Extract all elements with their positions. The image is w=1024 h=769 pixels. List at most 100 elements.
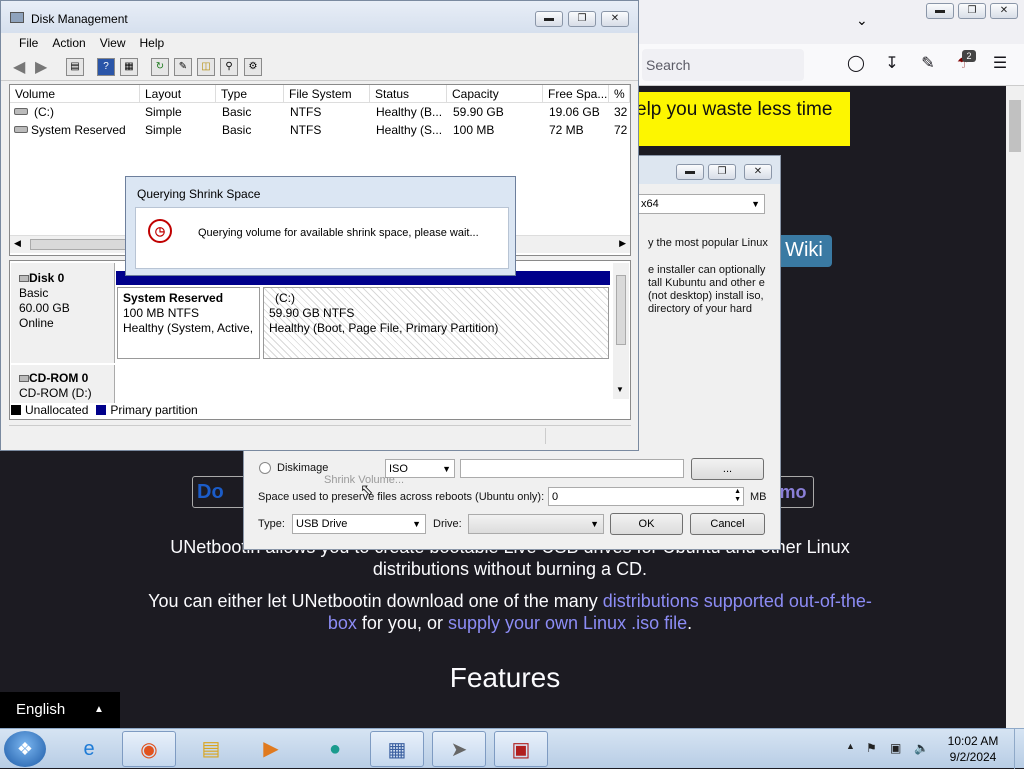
legend: Unallocated Primary partition xyxy=(11,403,629,419)
close-button[interactable]: ✕ xyxy=(601,11,629,27)
col-volume[interactable]: Volume xyxy=(10,85,140,103)
show-hidden-icons[interactable]: ▲ xyxy=(846,741,855,751)
diskimage-path-field[interactable] xyxy=(460,459,684,478)
minimize-button[interactable]: ▬ xyxy=(926,3,954,19)
scrollbar-thumb[interactable] xyxy=(1009,100,1021,152)
internet-explorer-icon[interactable]: e xyxy=(62,731,116,767)
iso-file-link[interactable]: supply your own Linux .iso file xyxy=(448,613,687,633)
start-button[interactable]: ❖ xyxy=(4,731,46,767)
extensions-icon[interactable]: ✎ xyxy=(918,54,938,74)
diskimage-radio[interactable] xyxy=(259,462,271,474)
persistence-unit: MB xyxy=(750,491,767,503)
drive-icon xyxy=(14,108,28,115)
col-free-space[interactable]: Free Spa... xyxy=(543,85,609,103)
toolbar: ◀ ▶ ▤ ? ▦ ↻ ✎ ◫ ⚲ ⚙ xyxy=(1,53,638,81)
partition-c[interactable]: (C:) 59.90 GB NTFS Healthy (Boot, Page F… xyxy=(263,287,609,359)
back-icon[interactable]: ◀ xyxy=(13,57,25,77)
refresh-icon[interactable]: ↻ xyxy=(151,58,169,76)
menu-file[interactable]: File xyxy=(12,33,45,53)
partition-system-reserved[interactable]: System Reserved 100 MB NTFS Healthy (Sys… xyxy=(117,287,260,359)
ok-button[interactable]: OK xyxy=(610,513,683,535)
download-button[interactable]: Do xyxy=(192,476,246,508)
menu-bar: File Action View Help xyxy=(1,33,638,53)
close-button[interactable]: ✕ xyxy=(990,3,1018,19)
para2-text-c: . xyxy=(687,613,693,633)
firefox-titlebar: ⌄ ▬ ❐ ✕ xyxy=(636,0,1024,44)
help-icon[interactable]: ? xyxy=(97,58,115,76)
type-select[interactable]: USB Drive ▼ xyxy=(292,514,426,534)
list-all-tabs-icon[interactable]: ⌄ xyxy=(856,12,868,29)
media-player-icon[interactable]: ▶ xyxy=(244,731,298,767)
minimize-button[interactable]: ▬ xyxy=(676,164,704,180)
drive-label: Drive: xyxy=(433,518,462,530)
legend-unallocated: Unallocated xyxy=(25,403,89,417)
search-input[interactable]: Search xyxy=(642,49,804,81)
search-icon[interactable]: ⚲ xyxy=(220,58,238,76)
disk-management-task-icon[interactable]: ▦ xyxy=(370,731,424,767)
maximize-button[interactable]: ❐ xyxy=(568,11,596,27)
col-capacity[interactable]: Capacity xyxy=(447,85,543,103)
para2-text-a: You can either let UNetbootin download o… xyxy=(148,591,603,611)
cancel-button[interactable]: Cancel xyxy=(690,513,765,535)
file-explorer-icon[interactable]: ▤ xyxy=(184,731,238,767)
cell-volume: (C:) xyxy=(34,105,54,119)
chevron-down-icon: ▼ xyxy=(751,199,760,209)
drive-select[interactable]: ▼ xyxy=(468,514,604,534)
app-icon[interactable]: ● xyxy=(308,731,362,767)
cell-capacity: 100 MB xyxy=(453,123,495,137)
rescan-icon[interactable]: ✎ xyxy=(174,58,192,76)
scroll-down-icon[interactable]: ▼ xyxy=(616,385,624,394)
firefox-icon[interactable]: ◉ xyxy=(122,731,176,767)
scroll-right-icon[interactable]: ▶ xyxy=(619,238,626,249)
settings-icon[interactable]: ⚙ xyxy=(244,58,262,76)
scrollbar-thumb[interactable] xyxy=(30,239,130,250)
download-icon[interactable]: ↧ xyxy=(882,54,902,74)
scroll-left-icon[interactable]: ◀ xyxy=(14,238,21,249)
wiki-button[interactable]: Wiki xyxy=(776,235,832,267)
unetbootin-task-icon[interactable]: ➤ xyxy=(432,731,486,767)
show-desktop-button[interactable] xyxy=(1014,729,1024,769)
cell-file-system: NTFS xyxy=(290,105,322,119)
disk0-label[interactable]: Disk 0 Basic 60.00 GB Online xyxy=(11,263,115,363)
type-value: USB Drive xyxy=(296,518,348,530)
network-icon[interactable]: ▣ xyxy=(890,741,901,755)
maximize-button[interactable]: ❐ xyxy=(958,3,986,19)
persistence-size-field[interactable]: 0 ▲ ▼ xyxy=(548,487,744,506)
maximize-button[interactable]: ❐ xyxy=(708,164,736,180)
distro-version-select[interactable]: x64 ▼ xyxy=(637,194,765,214)
clock[interactable]: 10:02 AM 9/2/2024 xyxy=(938,733,1008,765)
console-tree-icon[interactable]: ▤ xyxy=(66,58,84,76)
graph-vscrollbar[interactable]: ▼ xyxy=(613,263,629,399)
disk-management-icon xyxy=(10,12,24,23)
menu-action[interactable]: Action xyxy=(45,33,92,53)
col-percent-free[interactable]: % F xyxy=(609,85,630,103)
menu-icon[interactable]: ☰ xyxy=(990,54,1010,74)
menu-help[interactable]: Help xyxy=(133,33,172,53)
pocket-icon[interactable]: ◯ xyxy=(846,54,866,74)
col-status[interactable]: Status xyxy=(370,85,447,103)
col-file-system[interactable]: File System xyxy=(284,85,370,103)
open-folder-icon[interactable]: ◫ xyxy=(197,58,215,76)
minimize-button[interactable]: ▬ xyxy=(535,11,563,27)
dialog-title: Querying Shrink Space xyxy=(137,187,261,201)
spinner-icon[interactable]: ▲ ▼ xyxy=(734,488,741,504)
properties-icon[interactable]: ▦ xyxy=(120,58,138,76)
legend-primary: Primary partition xyxy=(110,403,198,417)
close-button[interactable]: ✕ xyxy=(744,164,772,180)
page-scrollbar[interactable] xyxy=(1006,86,1024,728)
window-title: Disk Management xyxy=(31,12,128,26)
browse-button[interactable]: ... xyxy=(691,458,764,480)
action-center-icon[interactable]: ⚑ xyxy=(866,741,877,755)
forward-icon[interactable]: ▶ xyxy=(35,57,47,77)
col-layout[interactable]: Layout xyxy=(140,85,216,103)
para2-text-b: for you, or xyxy=(356,613,448,633)
menu-view[interactable]: View xyxy=(93,33,133,53)
type-label: Type: xyxy=(258,518,285,530)
language-selector[interactable]: English ▲ xyxy=(0,692,120,728)
toolbox-task-icon[interactable]: ▣ xyxy=(494,731,548,767)
col-type[interactable]: Type xyxy=(216,85,284,103)
scrollbar-thumb[interactable] xyxy=(616,275,626,345)
cdrom0-label[interactable]: CD-ROM 0 CD-ROM (D:) xyxy=(11,365,115,403)
partition-size: 59.90 GB NTFS xyxy=(269,306,355,320)
volume-muted-icon[interactable]: 🔈 xyxy=(914,741,929,755)
